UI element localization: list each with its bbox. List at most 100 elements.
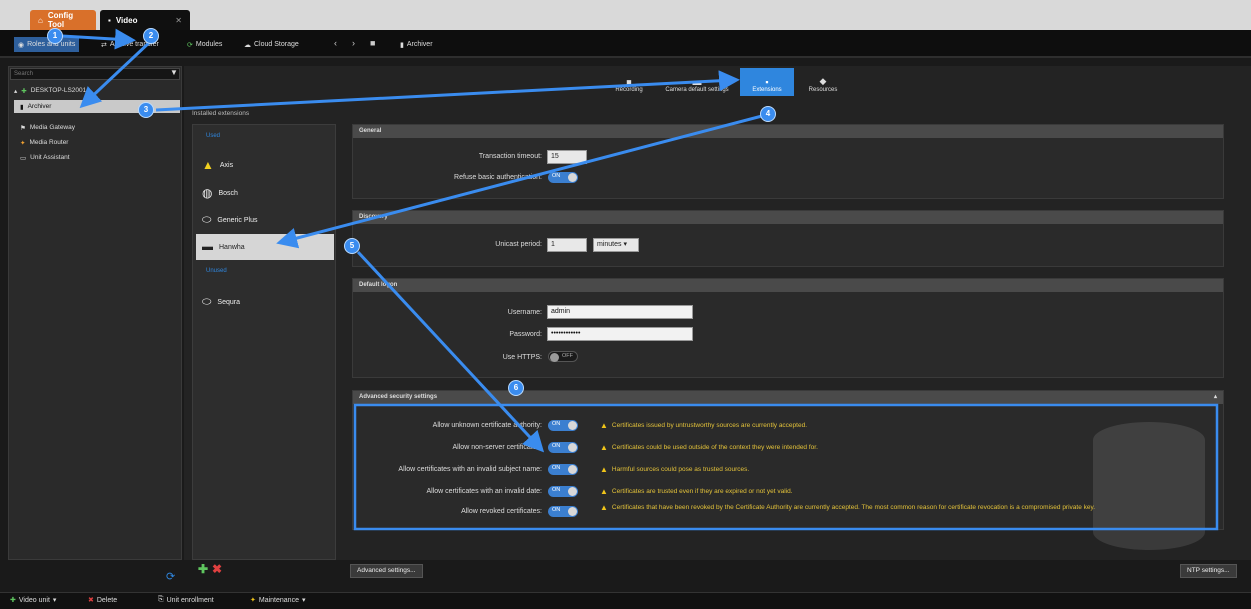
task-cloud-storage[interactable]: ☁ Cloud Storage	[240, 37, 303, 52]
panel-title: Advanced security settings ▴	[353, 391, 1223, 404]
toggle-knob	[550, 353, 559, 362]
tab-extensions[interactable]: ▪ Extensions	[740, 68, 794, 96]
tree-label: Unit Assistant	[30, 154, 70, 161]
breadcrumb-label: Archiver	[406, 41, 433, 48]
tree-item-media-gateway[interactable]: ⚑ Media Gateway	[20, 121, 180, 134]
warning-text: Certificates issued by untrustworthy sou…	[611, 422, 808, 429]
extensions-icon: ▪	[765, 77, 769, 87]
allow-non-server-cert-toggle[interactable]: ON	[548, 442, 578, 453]
allow-revoked-cert-toggle[interactable]: ON	[548, 506, 578, 517]
allow-invalid-subject-toggle[interactable]: ON	[548, 464, 578, 475]
panel-title: Default logon	[353, 279, 1223, 292]
security-row-label: Allow certificates with an invalid date:	[426, 488, 542, 495]
expand-icon: ▴	[14, 87, 18, 95]
toggle-state: ON	[552, 487, 561, 493]
period-unit-select[interactable]: minutes ▾	[593, 238, 639, 252]
security-warning: ▲ Certificates that have been revoked by …	[600, 504, 1212, 512]
tab-recording[interactable]: ■ Recording	[602, 68, 656, 96]
tab-resources[interactable]: ◆ Resources	[796, 68, 850, 96]
toggle-knob	[568, 421, 577, 430]
unicast-period-spinner[interactable]: 1	[547, 238, 587, 252]
advanced-settings-button[interactable]: Advanced settings...	[350, 564, 423, 578]
extension-label: Axis	[219, 161, 234, 169]
security-warning: ▲ Certificates could be used outside of t…	[600, 444, 1210, 452]
video-unit-button[interactable]: ✚ Video unit ▾	[10, 596, 57, 605]
delete-button[interactable]: ✖ Delete	[88, 596, 117, 605]
tree-item-unit-assistant[interactable]: ▭ Unit Assistant	[20, 151, 180, 164]
tab-config-tool[interactable]: ⌂ Config Tool	[30, 10, 96, 30]
warning-icon: ▲	[600, 503, 608, 512]
add-icon[interactable]: ✚	[198, 562, 208, 576]
generic-camera-icon: ⬭	[202, 213, 212, 226]
use-https-toggle[interactable]: OFF	[548, 351, 578, 362]
panel-title: Discovery	[353, 211, 1223, 224]
toggle-knob	[568, 173, 577, 182]
toggle-knob	[568, 507, 577, 516]
username-input[interactable]: admin	[547, 305, 693, 319]
delete-icon: ✖	[88, 597, 94, 604]
callout-marker: 5	[344, 238, 360, 254]
panel-title: General	[353, 125, 1223, 138]
refuse-label: Refuse basic authentication:	[454, 174, 542, 181]
allow-unknown-ca-toggle[interactable]: ON	[548, 420, 578, 431]
timeout-spinner[interactable]: 15	[547, 150, 587, 164]
filter-icon[interactable]: ▼	[170, 68, 178, 77]
ntp-settings-button[interactable]: NTP settings...	[1180, 564, 1237, 578]
transfer-icon: ⇄	[101, 41, 107, 49]
toggle-state: ON	[552, 173, 561, 179]
discovery-panel: Discovery	[352, 210, 1224, 267]
tab-video[interactable]: ▪ Video ✕	[100, 10, 190, 30]
extension-sequra[interactable]: ⬭ Sequra	[196, 289, 334, 315]
maintenance-icon: ✦	[250, 597, 256, 604]
folder-icon[interactable]: ■	[370, 38, 375, 48]
chevron-down-icon: ▾	[52, 597, 57, 604]
maintenance-button[interactable]: ✦ Maintenance ▾	[250, 596, 305, 605]
watermark-extension-icon	[1085, 420, 1213, 552]
search-input[interactable]: Search	[10, 68, 180, 80]
extension-generic-plus[interactable]: ⬭ Generic Plus	[196, 207, 334, 233]
use-https-label: Use HTTPS:	[502, 354, 542, 361]
tree-item-server[interactable]: ▴ ✚ DESKTOP-LS2001	[14, 84, 180, 97]
security-row-label: Allow unknown certificate authority:	[432, 422, 542, 429]
task-modules[interactable]: ⟳ Modules	[183, 37, 226, 52]
close-icon[interactable]: ✕	[175, 16, 182, 25]
extension-bosch[interactable]: ◍ Bosch	[196, 180, 334, 206]
button-label: Maintenance	[258, 596, 299, 604]
tree-item-archiver[interactable]: ▮ Archiver	[14, 100, 180, 113]
video-icon: ▪	[108, 15, 111, 25]
tree-item-media-router[interactable]: ✦ Media Router	[20, 136, 180, 149]
tab-label: Camera default settings	[665, 87, 729, 93]
allow-invalid-date-toggle[interactable]: ON	[548, 486, 578, 497]
unit-enrollment-button[interactable]: ⎘ Unit enrollment	[158, 596, 214, 604]
breadcrumb[interactable]: ▮ Archiver	[396, 37, 437, 52]
task-label: Modules	[195, 41, 223, 48]
collapse-icon[interactable]: ▴	[1214, 391, 1217, 404]
password-input[interactable]: ••••••••••••	[547, 327, 693, 341]
warning-text: Certificates could be used outside of th…	[611, 444, 818, 451]
tab-camera-default-settings[interactable]: ▬ Camera default settings	[660, 68, 734, 96]
extension-hanwha[interactable]: ▬ Hanwha	[196, 234, 334, 260]
extension-label: Bosch	[218, 189, 238, 197]
toggle-state: ON	[552, 443, 561, 449]
callout-marker: 2	[143, 28, 159, 44]
timeout-label: Transaction timeout:	[478, 153, 542, 160]
toggle-state: ON	[552, 421, 561, 427]
select-value: minutes	[597, 241, 622, 248]
modules-icon: ⟳	[187, 41, 193, 49]
button-label: Unit enrollment	[166, 596, 214, 604]
default-logon-panel: Default logon	[352, 278, 1224, 378]
username-label: Username:	[507, 309, 542, 316]
toggle-state: ON	[552, 507, 561, 513]
extension-label: Hanwha	[219, 243, 245, 251]
tab-label: Extensions	[752, 87, 782, 93]
refuse-basic-auth-toggle[interactable]: ON	[548, 172, 578, 183]
delete-icon[interactable]: ✖	[212, 562, 222, 576]
forward-icon[interactable]: ›	[352, 38, 355, 48]
back-icon[interactable]: ‹	[334, 38, 337, 48]
refresh-icon[interactable]: ⟳	[166, 570, 175, 583]
extension-axis[interactable]: ▲ Axis	[196, 152, 334, 178]
security-warning: ▲ Certificates are trusted even if they a…	[600, 488, 1210, 496]
task-roles-and-units[interactable]: ◉ Roles and units	[14, 37, 80, 52]
tree-label: DESKTOP-LS2001	[30, 87, 87, 94]
tab-label: Resources	[808, 87, 838, 93]
